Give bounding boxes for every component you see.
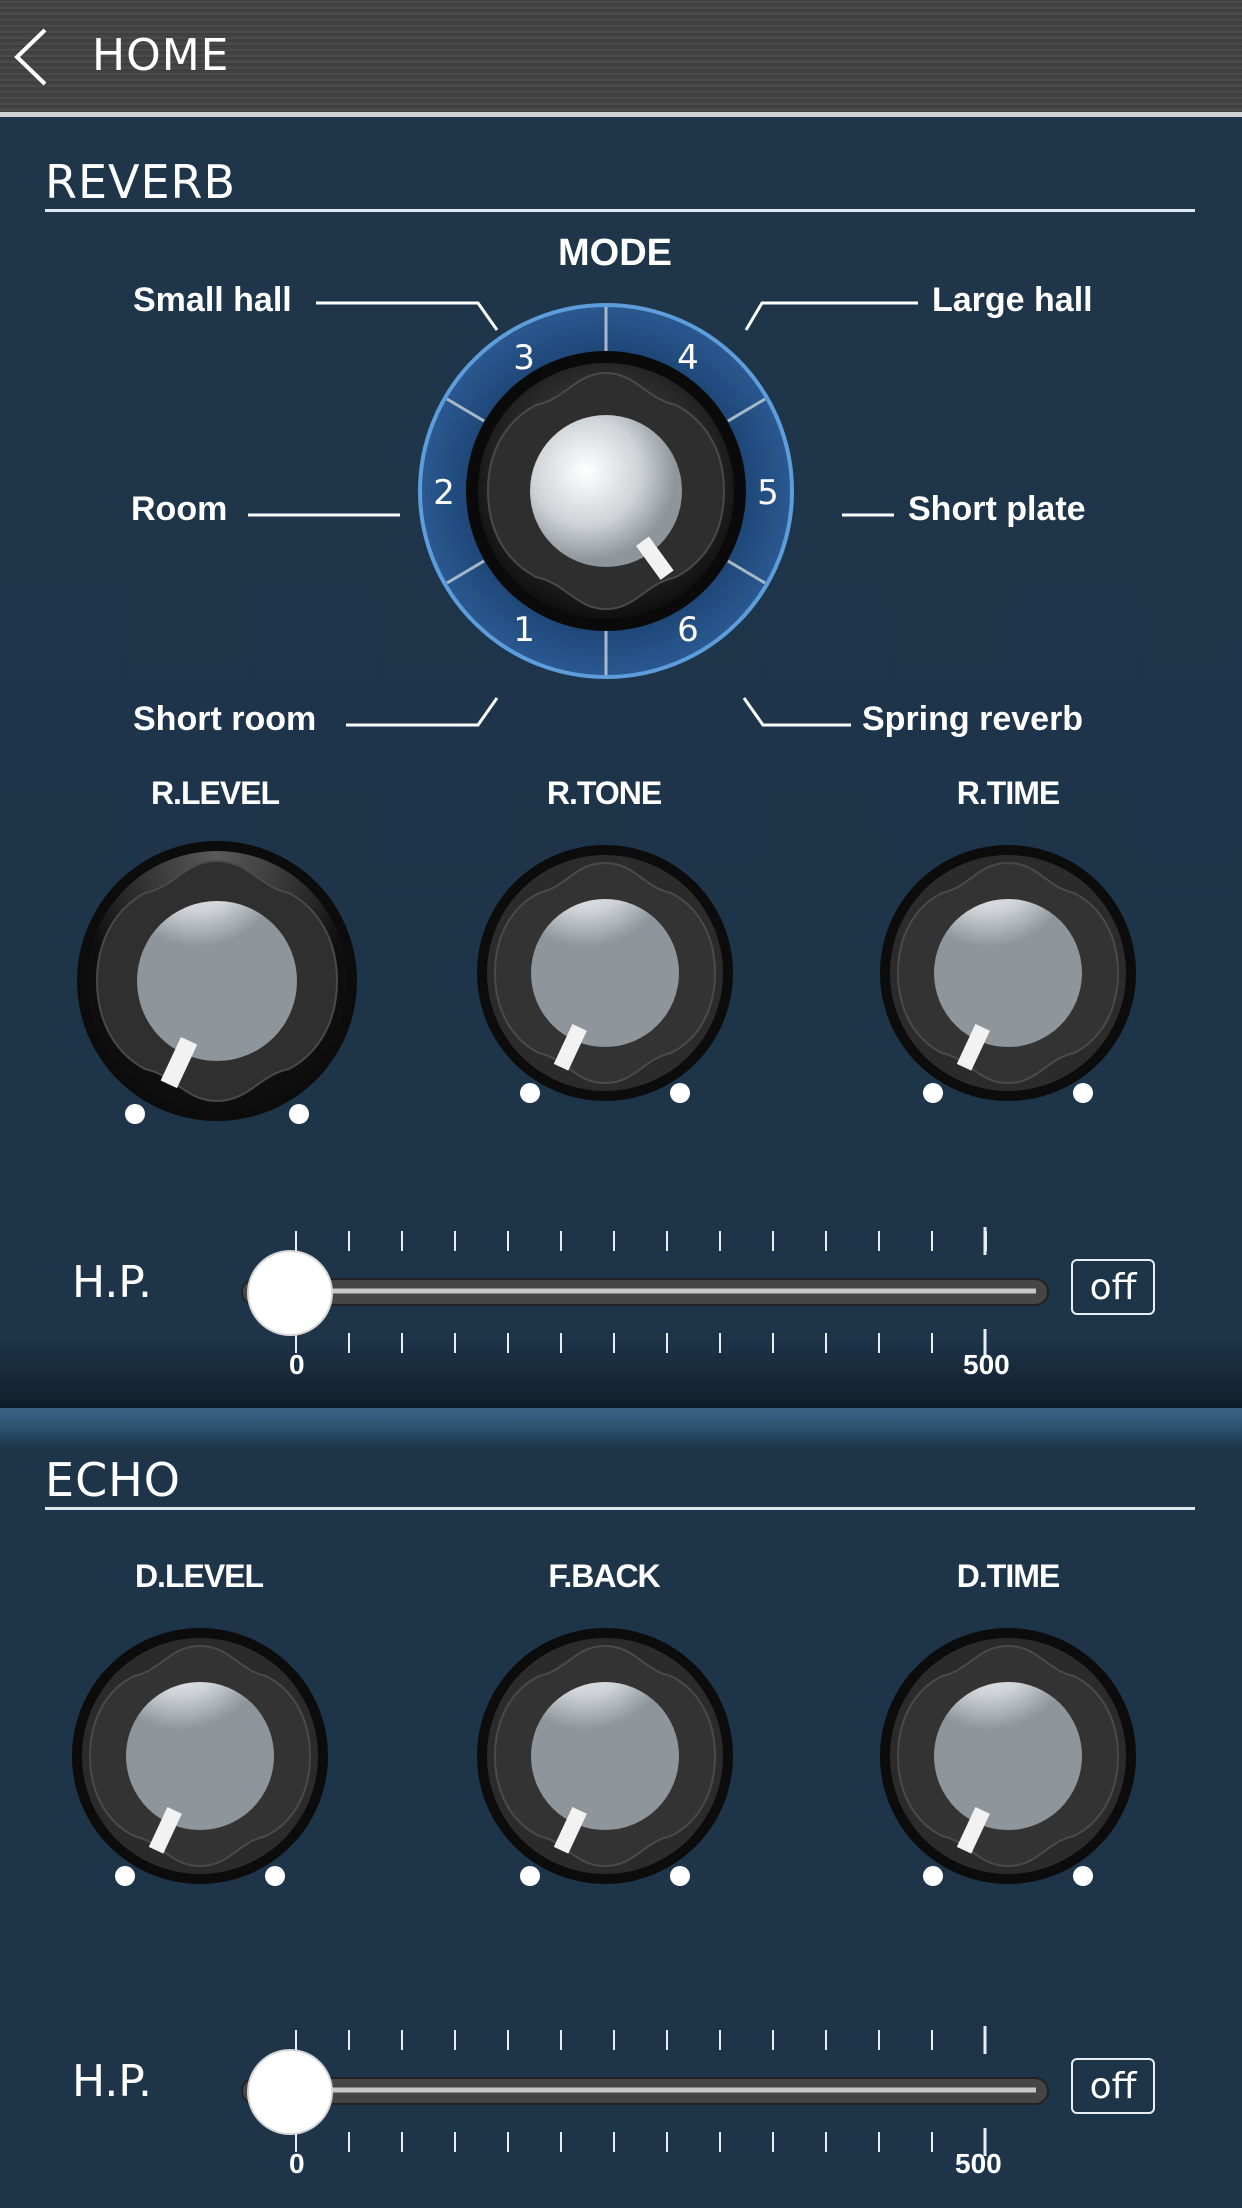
r-tone-knob[interactable] — [470, 817, 740, 1237]
r-time-knob[interactable] — [873, 817, 1143, 1237]
mode-number-1: 1 — [513, 610, 535, 650]
echo-panel: ECHO D.LEVEL F.BACK D.TIME H.P. 0 500 of… — [0, 1408, 1242, 2208]
echo-hp-min: 0 — [289, 2148, 305, 2179]
chevron-left-icon — [14, 28, 47, 86]
r-time-label: R.TIME — [956, 775, 1060, 811]
reverb-hp-min: 0 — [289, 1349, 305, 1380]
echo-title: ECHO — [45, 1453, 181, 1507]
r-tone-label: R.TONE — [546, 775, 662, 811]
mode-number-3: 3 — [513, 338, 535, 378]
echo-hp-max: 500 — [955, 2148, 1002, 2179]
echo-hp-ticks-top — [295, 2026, 987, 2054]
reverb-hp-slider[interactable] — [240, 1227, 1060, 1367]
echo-hp-label: H.P. — [72, 2056, 152, 2107]
home-label[interactable]: HOME — [92, 30, 229, 81]
mode-number-2: 2 — [433, 473, 455, 513]
top-bar: HOME — [0, 0, 1242, 117]
echo-hp-slider[interactable] — [240, 2026, 1060, 2166]
f-back-knob[interactable] — [470, 1600, 740, 2020]
reverb-hp-off-button[interactable]: off — [1071, 1259, 1155, 1315]
echo-hp-thumb — [247, 2049, 333, 2135]
reverb-hp-ticks-top — [295, 1227, 987, 1255]
mode-number-5: 5 — [757, 473, 779, 513]
mode-number-4: 4 — [677, 338, 699, 378]
f-back-label: F.BACK — [548, 1558, 660, 1594]
echo-hp-off-button[interactable]: off — [1071, 2058, 1155, 2114]
r-level-knob[interactable] — [72, 817, 362, 1257]
reverb-hp-label: H.P. — [72, 1257, 152, 1308]
reverb-hp-max: 500 — [963, 1349, 1010, 1380]
d-level-knob[interactable] — [65, 1600, 335, 2020]
mode-number-6: 6 — [677, 610, 699, 650]
r-level-label: R.LEVEL — [150, 775, 280, 811]
d-level-label: D.LEVEL — [134, 1558, 264, 1594]
reverb-panel: REVERB MODE Small hall Large hall Room S… — [0, 117, 1242, 1403]
d-time-label: D.TIME — [956, 1558, 1060, 1594]
back-button[interactable] — [0, 22, 60, 92]
reverb-hp-thumb — [247, 1250, 333, 1336]
d-time-knob[interactable] — [873, 1600, 1143, 2020]
echo-divider — [45, 1507, 1195, 1510]
page: HOME REVERB MODE Small hall Large hall R… — [0, 0, 1242, 2208]
mode-selector-knob[interactable]: 3 4 2 5 1 6 — [416, 301, 796, 681]
reverb-hp-ticks-bottom — [295, 1329, 987, 1357]
echo-hp-ticks-bottom — [295, 2128, 987, 2156]
